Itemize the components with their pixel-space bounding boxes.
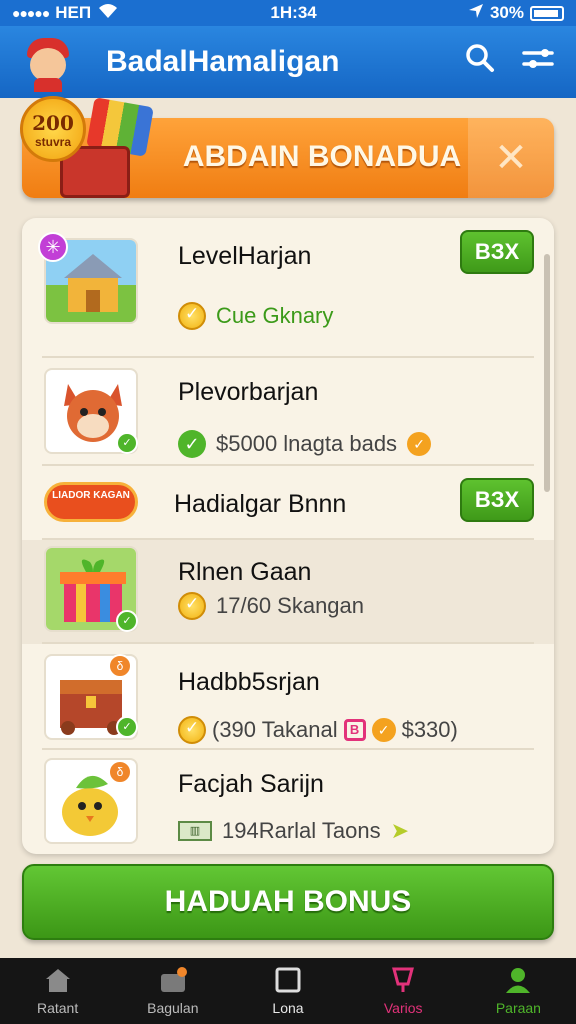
scrollbar[interactable]: [544, 254, 550, 492]
bonus-badge-text: stuvra: [34, 135, 72, 149]
item-subtitle: (390 Takanal: [212, 717, 338, 742]
tab-profile[interactable]: Paraan: [461, 958, 576, 1024]
square-icon: [273, 966, 303, 994]
close-icon: ✕: [494, 136, 528, 180]
sticker-badge: LIADOR KAGAN: [44, 482, 138, 522]
coin-icon: [178, 302, 206, 330]
item-name: Hadbb5srjan: [178, 668, 320, 696]
check-icon: ✓: [178, 430, 206, 458]
list-item[interactable]: LIADOR KAGAN Hadialgar Bnnn BЗX: [22, 466, 554, 540]
tab-bag[interactable]: Bagulan: [115, 958, 230, 1024]
alert-dot-icon: δ: [108, 654, 132, 678]
item-subtitle-row: (390 Takanal B ✓ $330): [178, 716, 458, 744]
verified-badge-icon: ✓: [116, 716, 138, 738]
bonus-badge: 200 stuvra: [20, 96, 86, 162]
app-title: BadalHamaligan: [106, 45, 340, 78]
item-name: Facjah Sarijn: [178, 770, 324, 798]
bottom-nav: Ratant Bagulan Lona Varios Paraan: [0, 958, 576, 1024]
claim-button[interactable]: BЗX: [460, 478, 534, 522]
sliders-icon: [521, 44, 555, 80]
battery-percent: 30%: [489, 3, 524, 22]
coin-icon: [178, 592, 206, 620]
home-icon: [43, 966, 73, 994]
list-item[interactable]: ✓ Plevorbarjan ✓ $5000 lnagta bads ✓: [22, 358, 554, 466]
item-subtitle: 17/60 Skangan: [216, 593, 365, 618]
item-extra: $330): [401, 717, 458, 742]
item-subtitle: 194Rarlal Taons: [222, 818, 381, 843]
profile-icon: [503, 966, 533, 994]
item-subtitle-row: ✓ $5000 lnagta bads ✓: [178, 430, 432, 458]
tab-label: Paraan: [495, 1000, 541, 1016]
list-item[interactable]: δ ✓ Hadbb5srjan (390 Takanal B ✓ $330): [22, 644, 554, 750]
star-badge-icon: ✳: [38, 232, 68, 262]
tab-lona[interactable]: Lona: [230, 958, 345, 1024]
verified-badge-icon: ✓: [116, 432, 138, 454]
tag-icon: B: [343, 719, 366, 741]
mascot-avatar[interactable]: [16, 30, 80, 94]
item-subtitle-row: Cue Gknary: [178, 302, 333, 330]
tab-label: Varios: [383, 1000, 423, 1016]
tab-label: Ratant: [36, 1000, 79, 1016]
coin-icon: ✓: [407, 432, 432, 456]
coin-icon: [178, 716, 206, 744]
signal-icon: ●●●●●: [12, 5, 50, 21]
status-bar: ●●●●● HEΠ 1Η:34 30%: [0, 0, 576, 26]
app-header: BadalHamaligan: [0, 26, 576, 98]
item-name: Hadialgar Bnnn: [174, 490, 347, 518]
tab-varios[interactable]: Varios: [346, 958, 461, 1024]
tab-home[interactable]: Ratant: [0, 958, 115, 1024]
tab-label: Bagulan: [147, 1000, 199, 1016]
list-item[interactable]: ✓ Rlnen Gaan 17/60 Skangan: [22, 540, 554, 644]
wifi-icon: [97, 3, 119, 24]
item-subtitle: $5000 lnagta bads: [216, 431, 398, 456]
item-name: Rlnen Gaan: [178, 558, 312, 586]
search-button[interactable]: [458, 40, 502, 84]
promo-close-button[interactable]: ✕: [468, 118, 554, 198]
claim-bonus-button[interactable]: HADUAH BONUS: [22, 864, 554, 940]
coin-icon: ✓: [371, 718, 396, 742]
item-name: Plevorbarjan: [178, 378, 319, 406]
item-name: LevelHarjan: [178, 242, 312, 270]
battery-icon: [530, 5, 564, 21]
bonus-badge-number: 200: [32, 111, 74, 135]
carrier-name: HEΠ: [55, 3, 92, 22]
claim-button[interactable]: BЗX: [460, 230, 534, 274]
alert-dot-icon: δ: [108, 760, 132, 784]
bag-icon: [158, 966, 188, 994]
item-subtitle-row: ▥ 194Rarlal Taons ➤: [178, 818, 409, 844]
item-subtitle: Cue Gknary: [216, 303, 334, 328]
list-item[interactable]: δ Facjah Sarijn ▥ 194Rarlal Taons ➤: [22, 750, 554, 854]
promo-title: ABDAIN BONADUA: [182, 140, 462, 173]
clock: 1Η:34: [270, 3, 317, 22]
arrow-icon: ➤: [390, 818, 410, 843]
trophy-icon: [388, 966, 418, 994]
bonus-list: ✳ LevelHarjan Cue Gknary BЗX ✓ Plevorbar…: [22, 218, 554, 854]
item-subtitle-row: 17/60 Skangan: [178, 592, 364, 620]
cash-icon: ▥: [178, 821, 212, 841]
search-icon: [465, 43, 495, 81]
list-item[interactable]: ✳ LevelHarjan Cue Gknary BЗX: [22, 218, 554, 358]
tab-label: Lona: [272, 1000, 304, 1016]
location-icon: [468, 3, 484, 24]
verified-badge-icon: ✓: [116, 610, 138, 632]
filter-button[interactable]: [516, 40, 560, 84]
